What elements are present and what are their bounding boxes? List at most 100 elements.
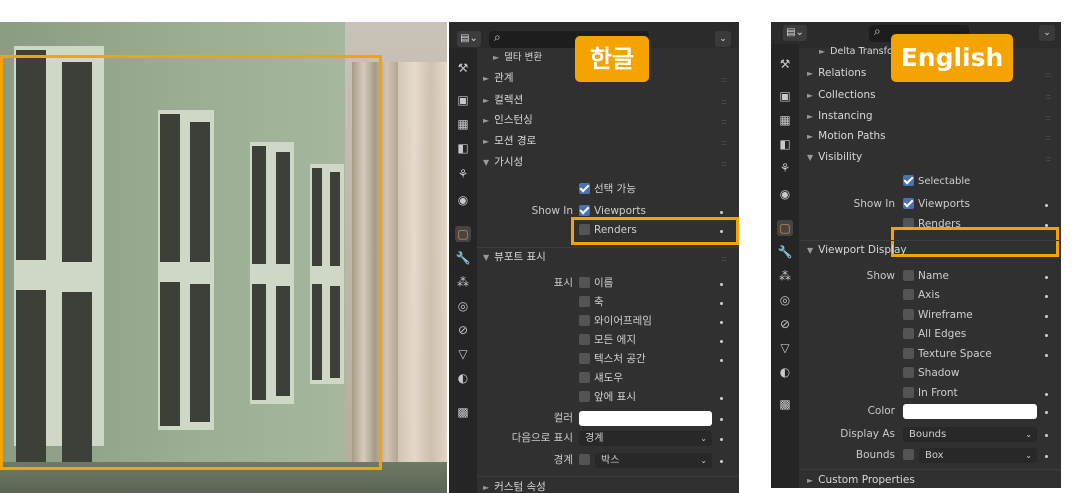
bounds-select[interactable]: 박스 ⌄ — [595, 453, 712, 468]
render-icon[interactable]: ▣ — [777, 88, 793, 104]
axis-checkbox[interactable]: Axis — [903, 285, 940, 305]
drag-handle-icon[interactable]: ::: — [1045, 113, 1051, 122]
constraints-icon[interactable]: ⊘ — [455, 322, 471, 338]
animate-property-icon[interactable] — [720, 211, 723, 214]
modifier-icon[interactable]: 🔧 — [455, 250, 471, 266]
object-icon[interactable]: ▢ — [455, 226, 471, 242]
data-icon[interactable]: ▽ — [777, 340, 793, 356]
name-checkbox[interactable]: 이름 — [579, 273, 613, 293]
wireframe-checkbox[interactable]: Wireframe — [903, 305, 973, 325]
drag-handle-icon[interactable]: ::: — [1045, 92, 1051, 101]
texture-icon[interactable]: ▩ — [777, 396, 793, 412]
viewports-checkbox[interactable]: Viewports — [903, 194, 970, 214]
selectable-checkbox[interactable]: Selectable — [903, 172, 970, 192]
viewport-render[interactable] — [0, 22, 447, 493]
constraints-icon[interactable]: ⊘ — [777, 316, 793, 332]
animate-property-icon[interactable] — [1045, 204, 1048, 207]
drag-handle-icon[interactable]: ::: — [721, 159, 727, 168]
drag-handle-icon[interactable]: ::: — [721, 97, 727, 106]
object-icon[interactable]: ▢ — [777, 220, 793, 236]
tool-icon[interactable]: ⚒ — [455, 60, 471, 76]
bounds-checkbox[interactable] — [903, 445, 918, 465]
section-visibility[interactable]: ▼ Visibility — [807, 147, 862, 167]
animate-property-icon[interactable] — [720, 397, 723, 400]
animate-property-icon[interactable] — [1045, 276, 1048, 279]
name-checkbox[interactable]: Name — [903, 266, 949, 286]
particles-icon[interactable]: ⁂ — [455, 274, 471, 290]
color-swatch[interactable] — [579, 411, 712, 426]
animate-property-icon[interactable] — [1045, 334, 1048, 337]
animate-property-icon[interactable] — [720, 340, 723, 343]
animate-property-icon[interactable] — [720, 321, 723, 324]
animate-property-icon[interactable] — [1045, 411, 1048, 414]
data-icon[interactable]: ▽ — [455, 346, 471, 362]
animate-property-icon[interactable] — [1045, 295, 1048, 298]
section-delta-transform[interactable]: ► 델타 변환 — [493, 48, 542, 68]
bounds-checkbox[interactable] — [579, 450, 594, 470]
section-motion-paths[interactable]: ► 모션 경로 — [483, 131, 536, 151]
section-custom-properties[interactable]: ► 커스텀 속성 — [483, 477, 546, 493]
bounds-select[interactable]: Box ⌄ — [919, 448, 1037, 463]
output-icon[interactable]: ▦ — [777, 112, 793, 128]
material-icon[interactable]: ◐ — [455, 370, 471, 386]
output-icon[interactable]: ▦ — [455, 116, 471, 132]
drag-handle-icon[interactable]: ::: — [721, 75, 727, 84]
texture-space-checkbox[interactable]: 텍스처 공간 — [579, 349, 646, 369]
world-icon[interactable]: ◉ — [777, 186, 793, 202]
wireframe-checkbox[interactable]: 와이어프레임 — [579, 311, 652, 331]
material-icon[interactable]: ◐ — [777, 364, 793, 380]
section-motion-paths[interactable]: ► Motion Paths — [807, 126, 886, 146]
section-instancing[interactable]: ► Instancing — [807, 106, 873, 126]
section-instancing[interactable]: ► 인스턴싱 — [483, 110, 533, 130]
all-edges-checkbox[interactable]: All Edges — [903, 324, 966, 344]
view-layer-icon[interactable]: ◧ — [455, 140, 471, 156]
animate-property-icon[interactable] — [720, 438, 723, 441]
animate-property-icon[interactable] — [1045, 434, 1048, 437]
animate-property-icon[interactable] — [720, 460, 723, 463]
selectable-checkbox[interactable]: 선택 가능 — [579, 179, 636, 199]
properties-panel-english[interactable]: ▤⌄ ⌕ ⌄ ⚒ ▣ ▦ ◧ ⚘ ◉ ▢ 🔧 ⁂ ◎ ⊘ ▽ ◐ ▩ ► Delt… — [771, 22, 1061, 488]
physics-icon[interactable]: ◎ — [455, 298, 471, 314]
render-icon[interactable]: ▣ — [455, 92, 471, 108]
animate-property-icon[interactable] — [1045, 315, 1048, 318]
section-custom-properties[interactable]: ► Custom Properties — [807, 470, 915, 488]
drag-handle-icon[interactable]: ::: — [1045, 154, 1051, 163]
color-swatch[interactable] — [903, 404, 1037, 419]
modifier-icon[interactable]: 🔧 — [777, 244, 793, 260]
drag-handle-icon[interactable]: ::: — [1045, 133, 1051, 142]
shadow-checkbox[interactable]: Shadow — [903, 363, 959, 383]
editor-type-button[interactable]: ▤⌄ — [783, 25, 807, 41]
in-front-checkbox[interactable]: In Front — [903, 383, 958, 403]
section-viewport-display[interactable]: ▼ 뷰포트 표시 — [483, 247, 546, 267]
axis-checkbox[interactable]: 축 — [579, 292, 604, 312]
texture-icon[interactable]: ▩ — [455, 404, 471, 420]
in-front-checkbox[interactable]: 앞에 표시 — [579, 387, 636, 407]
drag-handle-icon[interactable]: ::: — [721, 117, 727, 126]
section-relations[interactable]: ► Relations — [807, 63, 866, 83]
tool-icon[interactable]: ⚒ — [777, 56, 793, 72]
properties-panel-korean[interactable]: ▤⌄ ⌕ ⌄ ⚒ ▣ ▦ ◧ ⚘ ◉ ▢ 🔧 ⁂ ◎ ⊘ ▽ ◐ ▩ ► 델타 변… — [449, 22, 739, 493]
editor-type-button[interactable]: ▤⌄ — [457, 31, 481, 47]
animate-property-icon[interactable] — [1045, 455, 1048, 458]
texture-space-checkbox[interactable]: Texture Space — [903, 344, 992, 364]
section-collections[interactable]: ► 컬렉션 — [483, 90, 523, 110]
section-visibility[interactable]: ▼ 가시성 — [483, 152, 523, 172]
animate-property-icon[interactable] — [720, 359, 723, 362]
scene-icon[interactable]: ⚘ — [455, 166, 471, 182]
shadow-checkbox[interactable]: 섀도우 — [579, 368, 623, 388]
drag-handle-icon[interactable]: ::: — [1045, 70, 1051, 79]
drag-handle-icon[interactable]: ::: — [721, 138, 727, 147]
options-dropdown[interactable]: ⌄ — [715, 31, 731, 47]
physics-icon[interactable]: ◎ — [777, 292, 793, 308]
view-layer-icon[interactable]: ◧ — [777, 136, 793, 152]
section-collections[interactable]: ► Collections — [807, 85, 876, 105]
display-as-select[interactable]: 경계 ⌄ — [579, 431, 712, 446]
options-dropdown[interactable]: ⌄ — [1039, 25, 1055, 41]
section-viewport-display[interactable]: ▼ Viewport Display — [807, 240, 907, 260]
scene-icon[interactable]: ⚘ — [777, 160, 793, 176]
animate-property-icon[interactable] — [720, 418, 723, 421]
all-edges-checkbox[interactable]: 모든 에지 — [579, 330, 636, 350]
display-as-select[interactable]: Bounds ⌄ — [903, 427, 1037, 442]
animate-property-icon[interactable] — [1045, 354, 1048, 357]
drag-handle-icon[interactable]: ::: — [721, 254, 727, 263]
